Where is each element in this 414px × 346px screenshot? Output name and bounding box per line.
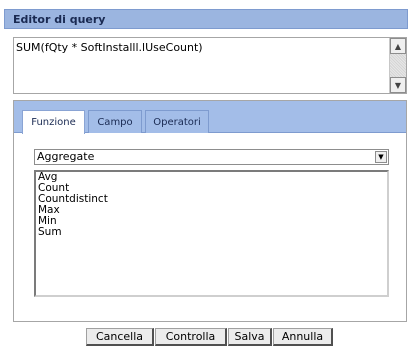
tab-operatori-label: Operatori — [153, 116, 201, 128]
action-buttons: Cancella Controlla Salva Annulla — [86, 328, 333, 346]
abort-button[interactable]: Annulla — [273, 328, 333, 346]
list-item[interactable]: Avg — [36, 172, 387, 183]
list-item[interactable]: Countdistinct — [36, 194, 387, 205]
scroll-up-button[interactable]: ▲ — [390, 38, 406, 54]
window-title: Editor di query — [13, 12, 106, 26]
function-category-value: Aggregate — [37, 150, 95, 163]
function-list[interactable]: Avg Count Countdistinct Max Min Sum — [34, 170, 389, 297]
tab-campo[interactable]: Campo — [88, 110, 142, 133]
tab-campo-label: Campo — [97, 116, 133, 128]
chevron-down-icon[interactable]: ▼ — [375, 151, 387, 163]
list-item[interactable]: Min — [36, 216, 387, 227]
list-item[interactable]: Max — [36, 205, 387, 216]
query-editor-title-bar: Editor di query — [4, 9, 408, 29]
chevron-up-icon: ▲ — [394, 41, 402, 51]
tab-funzione[interactable]: Funzione — [22, 110, 85, 134]
chevron-down-icon: ▼ — [394, 80, 402, 90]
function-category-select[interactable]: Aggregate ▼ — [34, 149, 389, 165]
save-button[interactable]: Salva — [228, 328, 272, 346]
scroll-down-button[interactable]: ▼ — [390, 77, 406, 93]
list-item[interactable]: Sum — [36, 227, 387, 238]
tab-bar: Funzione Campo Operatori — [14, 101, 406, 134]
function-panel: Funzione Campo Operatori Aggregate ▼ Avg… — [13, 100, 407, 322]
editor-scrollbar[interactable]: ▲ ▼ — [389, 38, 406, 93]
tab-operatori[interactable]: Operatori — [145, 110, 209, 133]
check-button[interactable]: Controlla — [155, 328, 227, 346]
query-text-area[interactable]: SUM(fQty * SoftInstalll.lUseCount) ▲ ▼ — [13, 37, 407, 94]
query-text[interactable]: SUM(fQty * SoftInstalll.lUseCount) — [16, 41, 203, 54]
cancel-button[interactable]: Cancella — [86, 328, 154, 346]
tab-funzione-label: Funzione — [31, 117, 76, 128]
